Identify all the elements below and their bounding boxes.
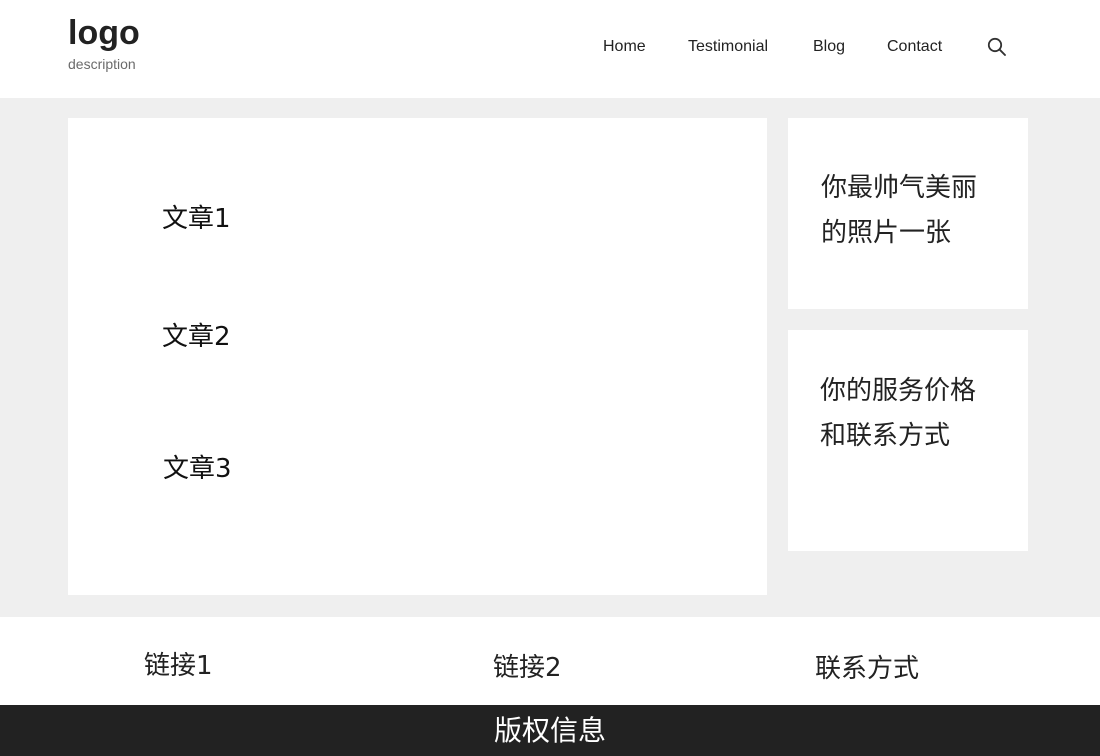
service-card-text: 你的服务价格和联系方式	[820, 376, 977, 451]
footer-link-1[interactable]: 链接1	[144, 645, 213, 682]
article-link-1[interactable]: 文章1	[162, 198, 231, 235]
site-header: logo description Home Testimonial Blog C…	[0, 0, 1100, 98]
article-link-3[interactable]: 文章3	[163, 448, 232, 485]
article-list-card: 文章1 文章2 文章3	[68, 118, 767, 595]
service-card: 你的服务价格和联系方式	[788, 330, 1028, 551]
nav-blog[interactable]: Blog	[813, 38, 845, 56]
photo-card-text: 你最帅气美丽的照片一张	[821, 173, 978, 248]
footer-link-2[interactable]: 链接2	[493, 647, 562, 684]
photo-card: 你最帅气美丽的照片一张	[788, 118, 1028, 309]
nav-testimonial[interactable]: Testimonial	[688, 38, 768, 56]
copyright-bar: 版权信息	[0, 705, 1100, 756]
site-description: description	[68, 56, 136, 72]
footer-links-bar: 链接1 链接2 联系方式	[0, 617, 1100, 705]
footer-link-contact[interactable]: 联系方式	[815, 648, 919, 685]
site-logo[interactable]: logo	[68, 14, 140, 52]
article-link-2[interactable]: 文章2	[162, 316, 231, 353]
nav-contact[interactable]: Contact	[887, 38, 942, 56]
nav-home[interactable]: Home	[603, 38, 646, 56]
search-icon[interactable]	[986, 36, 1008, 58]
